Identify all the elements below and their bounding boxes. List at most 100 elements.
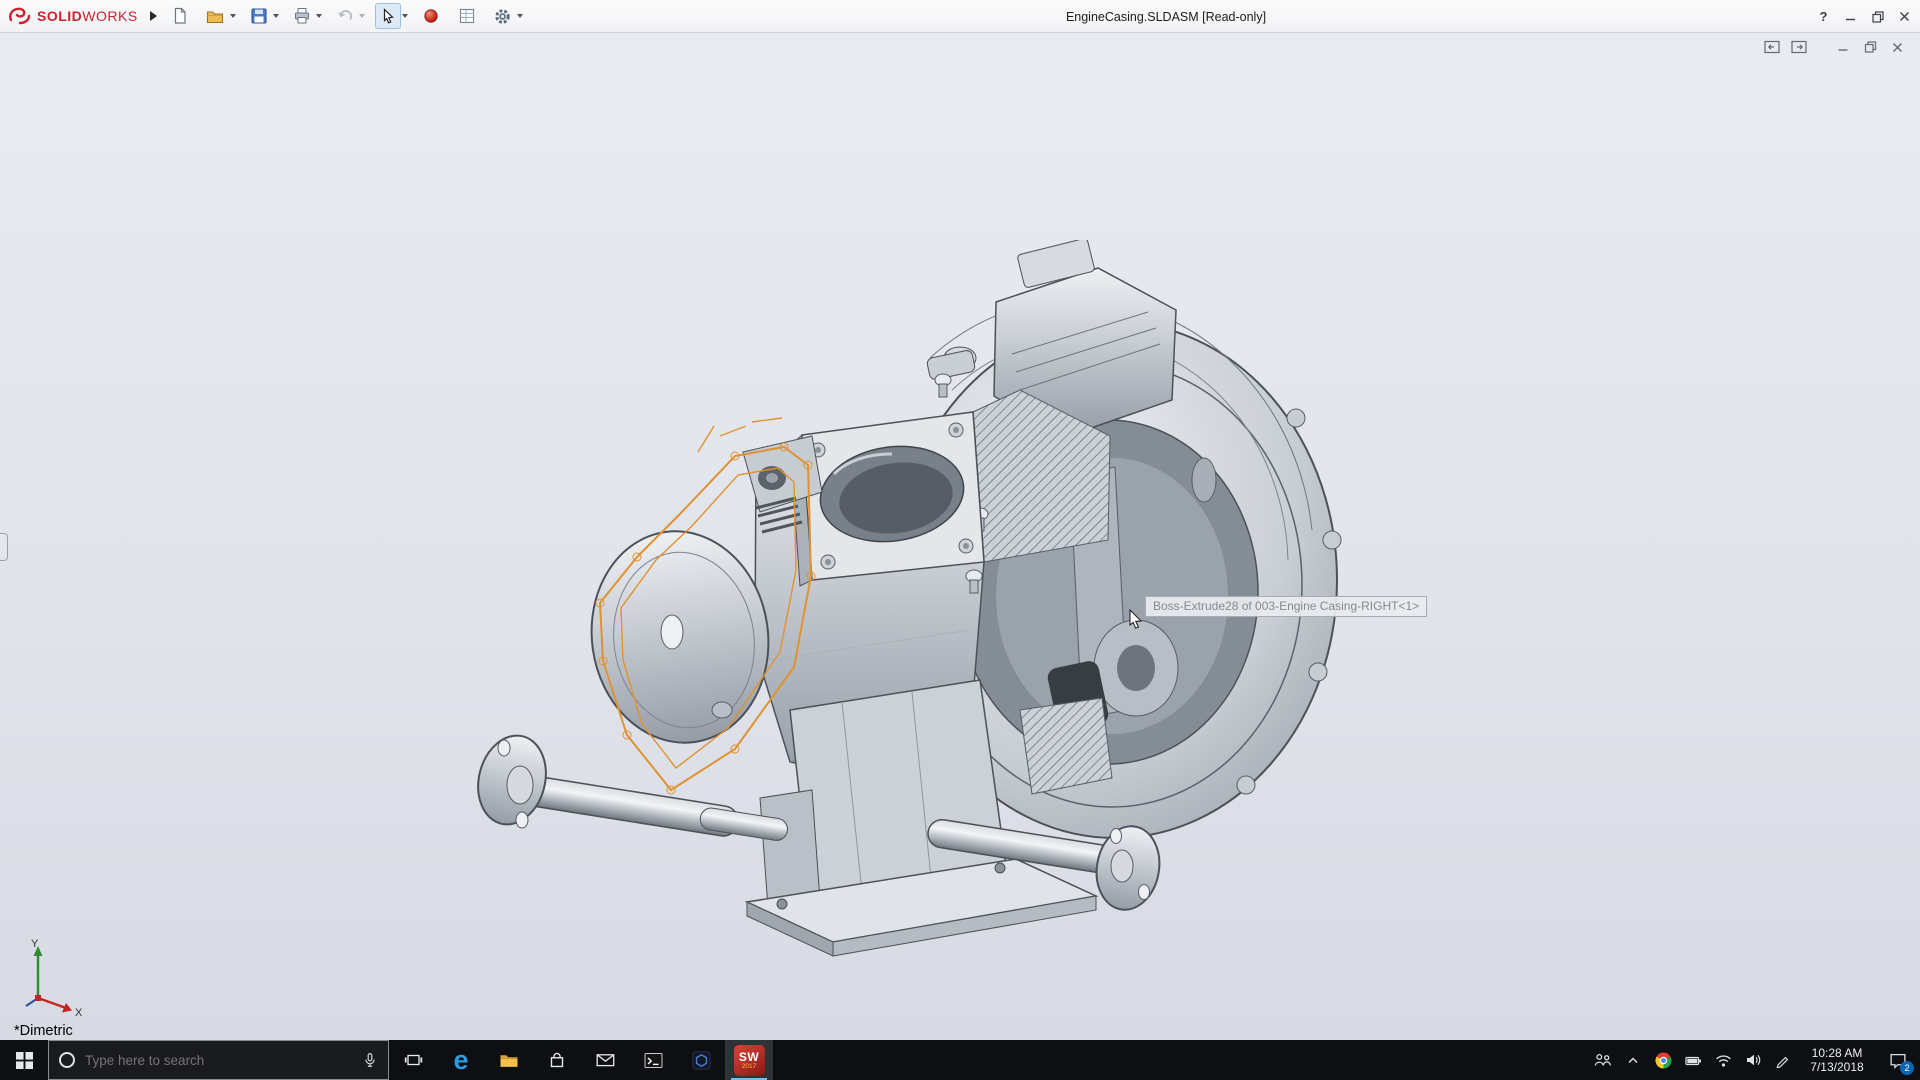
solidworks-taskbar-button[interactable]: SW 2017 [725, 1040, 773, 1080]
design-table-button[interactable] [454, 3, 480, 29]
bore-flange [790, 412, 984, 586]
taskbar-search-box[interactable] [48, 1040, 389, 1080]
dock-pane-right-button[interactable] [1790, 39, 1808, 55]
brand-works: WORKS [82, 8, 137, 24]
document-close-icon [1892, 42, 1903, 53]
save-button[interactable] [246, 3, 272, 29]
dock-pane-right-icon [1791, 40, 1807, 54]
maximize-button[interactable] [1864, 0, 1891, 33]
edge-icon: e [453, 1047, 468, 1073]
mouse-cursor-icon [1128, 609, 1144, 629]
print-dropdown-arrow[interactable] [316, 14, 322, 18]
select-tool-button[interactable] [375, 3, 401, 29]
select-cursor-icon [379, 7, 397, 25]
document-minimize-button[interactable] [1834, 39, 1852, 55]
select-dropdown-arrow[interactable] [402, 14, 408, 18]
appearance-button[interactable] [418, 3, 444, 29]
store-bag-icon [548, 1051, 566, 1069]
triad-y-label: Y [31, 938, 39, 950]
open-dropdown-arrow[interactable] [230, 14, 236, 18]
view-orientation-label: *Dimetric [14, 1023, 73, 1039]
sw-icon-text: SW [739, 1051, 759, 1063]
windows-taskbar: e [0, 1040, 1920, 1080]
graphics-area[interactable]: Boss-Extrude28 of 003-Engine Casing-RIGH… [0, 33, 1920, 1040]
chevron-up-icon [1626, 1053, 1640, 1067]
taskbar-clock[interactable]: 10:28 AM 7/13/2018 [1798, 1040, 1876, 1080]
battery-button[interactable] [1678, 1040, 1708, 1080]
action-center-button[interactable]: 2 [1876, 1040, 1920, 1080]
orientation-triad: Y X [18, 936, 90, 1020]
quick-toolbar [167, 3, 529, 29]
document-window-controls [1763, 39, 1906, 55]
window-title: EngineCasing.SLDASM [Read-only] [1066, 0, 1266, 33]
engine-casing-model[interactable] [460, 240, 1600, 1020]
document-restore-icon [1864, 41, 1877, 53]
brand-wordmark: SOLIDWORKS [37, 8, 138, 24]
print-icon [293, 7, 311, 25]
task-view-button[interactable] [389, 1040, 437, 1080]
side-cover [578, 520, 782, 754]
windows-logo-icon [16, 1052, 33, 1069]
hex-app-icon [692, 1051, 711, 1070]
file-explorer-button[interactable] [485, 1040, 533, 1080]
people-icon [1594, 1052, 1612, 1068]
store-button[interactable] [533, 1040, 581, 1080]
help-button[interactable]: ? [1810, 0, 1837, 33]
battery-icon [1685, 1052, 1702, 1069]
taskbar-apps: e [389, 1040, 773, 1080]
command-prompt-button[interactable] [629, 1040, 677, 1080]
open-button[interactable] [203, 3, 229, 29]
undo-icon [336, 7, 354, 25]
panel-splitter-handle[interactable] [0, 533, 8, 561]
file-explorer-icon [499, 1052, 519, 1069]
clock-time: 10:28 AM [1812, 1046, 1863, 1060]
chrome-tray-button[interactable] [1648, 1040, 1678, 1080]
new-document-button[interactable] [167, 3, 193, 29]
undo-button[interactable] [332, 3, 358, 29]
triad-x-label: X [75, 1007, 83, 1019]
document-minimize-icon [1837, 41, 1849, 53]
menu-expand-arrow-icon[interactable] [150, 11, 157, 21]
search-input[interactable] [85, 1053, 352, 1068]
task-view-icon [404, 1051, 423, 1069]
close-button[interactable] [1891, 0, 1918, 33]
chrome-icon [1655, 1052, 1672, 1069]
edge-button[interactable]: e [437, 1040, 485, 1080]
title-bar: SOLIDWORKS [0, 0, 1920, 33]
solidworks-app-icon: SW 2017 [734, 1045, 765, 1076]
minimize-button[interactable] [1837, 0, 1864, 33]
restore-icon [1872, 11, 1884, 23]
document-restore-button[interactable] [1861, 39, 1879, 55]
dock-pane-left-button[interactable] [1763, 39, 1781, 55]
print-button[interactable] [289, 3, 315, 29]
windows-ink-button[interactable] [1768, 1040, 1798, 1080]
notification-badge: 2 [1900, 1061, 1914, 1075]
hex-app-button[interactable] [677, 1040, 725, 1080]
solidworks-logo-icon [8, 6, 32, 26]
open-icon [206, 7, 225, 25]
left-shaft [469, 728, 790, 846]
speaker-icon [1745, 1052, 1762, 1068]
hover-tooltip: Boss-Extrude28 of 003-Engine Casing-RIGH… [1145, 596, 1427, 617]
volume-button[interactable] [1738, 1040, 1768, 1080]
mail-button[interactable] [581, 1040, 629, 1080]
options-button[interactable] [490, 3, 516, 29]
options-gear-icon [493, 7, 512, 26]
microphone-icon[interactable] [362, 1052, 378, 1069]
pen-icon [1775, 1052, 1791, 1068]
show-hidden-icons-button[interactable] [1618, 1040, 1648, 1080]
options-dropdown-arrow[interactable] [517, 14, 523, 18]
people-button[interactable] [1588, 1040, 1618, 1080]
window-controls: ? [1810, 0, 1918, 33]
start-button[interactable] [0, 1040, 48, 1080]
cortana-icon [59, 1052, 75, 1068]
close-icon [1899, 11, 1910, 22]
clock-date: 7/13/2018 [1810, 1060, 1863, 1074]
brand-solid: SOLID [37, 8, 82, 24]
network-button[interactable] [1708, 1040, 1738, 1080]
material-sphere-icon [422, 7, 440, 25]
undo-dropdown-arrow[interactable] [359, 14, 365, 18]
document-close-button[interactable] [1888, 39, 1906, 55]
save-dropdown-arrow[interactable] [273, 14, 279, 18]
system-tray: 10:28 AM 7/13/2018 2 [1588, 1040, 1920, 1080]
